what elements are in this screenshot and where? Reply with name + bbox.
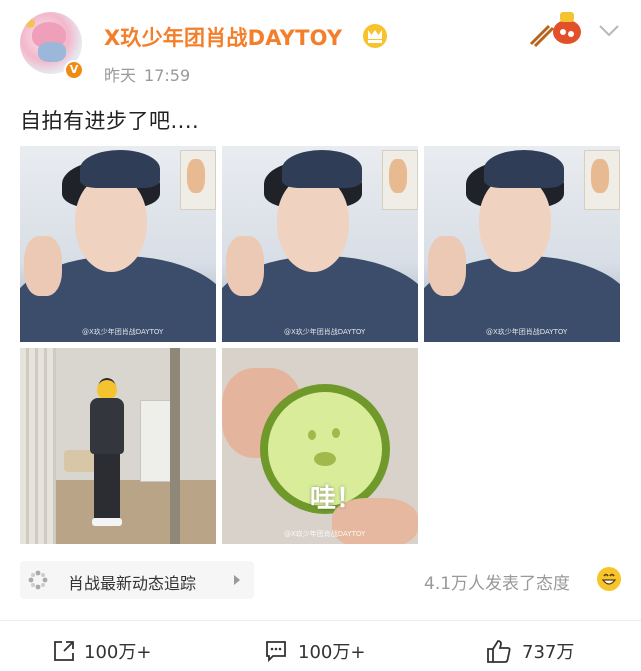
image-watermark: @X玖少年团肖战DAYTOY — [486, 328, 568, 336]
post-image-3[interactable]: @X玖少年团肖战DAYTOY — [424, 146, 620, 342]
image-overlay-text: 哇！ — [310, 484, 363, 514]
timestamp: 昨天 17:59 — [104, 62, 190, 86]
thumbs-up-icon — [487, 640, 511, 663]
topic-tag[interactable]: 肖战最新动态追踪 — [20, 561, 254, 599]
divider — [0, 620, 641, 621]
verified-badge: V — [64, 60, 84, 80]
author-name[interactable]: X玖少年团肖战DAYTOY — [104, 22, 342, 52]
repost-count: 100万+ — [84, 642, 152, 663]
post-time: 17:59 — [144, 66, 191, 85]
post-image-5[interactable]: 哇！ @X玖少年团肖战DAYTOY — [222, 348, 418, 544]
like-count: 737万 — [522, 642, 575, 663]
chevron-down-icon[interactable] — [598, 24, 620, 38]
topic-label: 肖战最新动态追踪 — [68, 574, 197, 593]
image-watermark: @X玖少年团肖战DAYTOY — [82, 328, 164, 336]
post-image-4[interactable] — [20, 348, 216, 544]
post-image-2[interactable]: @X玖少年团肖战DAYTOY — [222, 146, 418, 342]
comment-icon — [266, 641, 286, 663]
image-watermark: @X玖少年团肖战DAYTOY — [284, 530, 366, 538]
share-icon — [54, 641, 74, 661]
smile-emoji-icon — [597, 567, 621, 591]
comment-count: 100万+ — [298, 642, 366, 663]
post-text: 自拍有进步了吧.... — [20, 109, 200, 133]
image-watermark: @X玖少年团肖战DAYTOY — [284, 328, 366, 336]
weibo-post-card: V X玖少年团肖战DAYTOY 昨天 17:59 自拍有进步了吧.... @X玖少… — [0, 0, 641, 671]
mirror-selfie-person — [90, 378, 124, 528]
post-image-1[interactable]: @X玖少年团肖战DAYTOY — [20, 146, 216, 342]
post-date: 昨天 — [104, 66, 137, 85]
pinwheel-icon — [28, 570, 48, 590]
reaction-summary[interactable]: 4.1万人发表了态度 — [424, 569, 570, 594]
chevron-right-icon — [234, 575, 240, 585]
crown-icon — [363, 24, 387, 48]
hotpot-icon — [529, 12, 581, 48]
